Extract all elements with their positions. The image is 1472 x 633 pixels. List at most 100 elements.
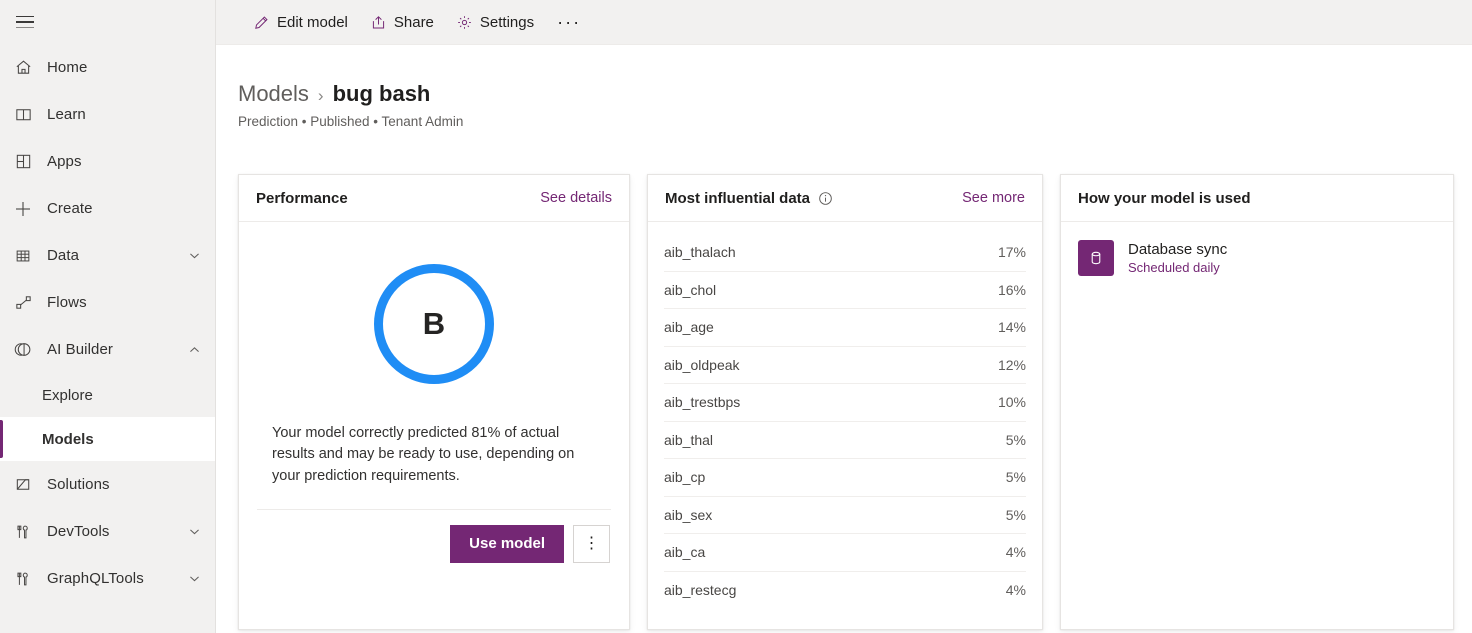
- influential-data-value: 5%: [1006, 432, 1026, 448]
- influential-data-value: 14%: [998, 319, 1026, 335]
- chevron-right-icon: ›: [318, 86, 324, 106]
- info-circle-icon[interactable]: [818, 191, 833, 206]
- performance-actions: Use model ⋮: [256, 510, 612, 563]
- performance-card: Performance See details B Your model cor…: [238, 174, 630, 630]
- see-details-link[interactable]: See details: [540, 190, 612, 206]
- chevron-down-icon[interactable]: [183, 568, 205, 590]
- usage-card-body: Database sync Scheduled daily: [1061, 222, 1453, 629]
- command-bar: Edit model Share Settings: [216, 0, 1472, 45]
- pencil-icon: [253, 14, 270, 31]
- sidebar-item-flows[interactable]: Flows: [0, 279, 215, 326]
- influential-data-row: aib_trestbps10%: [664, 384, 1026, 422]
- influential-data-value: 4%: [1006, 582, 1026, 598]
- influential-data-value: 16%: [998, 282, 1026, 298]
- influential-data-row: aib_thalach17%: [664, 234, 1026, 272]
- sidebar-item-apps[interactable]: Apps: [0, 138, 215, 185]
- sidebar-item-label: Create: [47, 200, 215, 217]
- sidebar-item-models[interactable]: Models: [0, 417, 215, 461]
- performance-card-title: Performance: [256, 190, 348, 207]
- sidebar-item-label: Home: [47, 59, 215, 76]
- share-icon: [370, 14, 387, 31]
- use-model-button[interactable]: Use model: [450, 525, 564, 563]
- sidebar-item-explore[interactable]: Explore: [0, 373, 215, 417]
- chevron-down-icon[interactable]: [183, 521, 205, 543]
- sidebar-item-label: Explore: [42, 387, 93, 404]
- sidebar-item-label: Solutions: [47, 476, 215, 493]
- sidebar: Home Learn Apps: [0, 0, 216, 633]
- page-title: bug bash: [333, 81, 431, 107]
- performance-card-header: Performance See details: [239, 175, 629, 222]
- tools-icon: [12, 521, 34, 543]
- influential-data-row: aib_age 14%: [664, 309, 1026, 347]
- app-root: Home Learn Apps: [0, 0, 1472, 633]
- grade-letter: B: [423, 306, 445, 342]
- influential-data-row: aib_chol16%: [664, 272, 1026, 310]
- influential-data-name: aib_thal: [664, 432, 713, 448]
- usage-item-database-sync[interactable]: Database sync Scheduled daily: [1078, 240, 1436, 276]
- sidebar-item-label: GraphQLTools: [47, 570, 183, 587]
- chevron-up-icon[interactable]: [183, 339, 205, 361]
- table-icon: [12, 245, 34, 267]
- settings-button[interactable]: Settings: [445, 6, 545, 38]
- breadcrumb-parent-link[interactable]: Models: [238, 81, 309, 107]
- influential-data-row: aib_restecg4%: [664, 572, 1026, 610]
- influential-data-value: 17%: [998, 244, 1026, 260]
- usage-item-subtitle: Scheduled daily: [1128, 260, 1227, 275]
- database-icon: [1078, 240, 1114, 276]
- overflow-menu-button[interactable]: ···: [545, 13, 593, 31]
- influential-data-name: aib_oldpeak: [664, 357, 740, 373]
- home-icon: [12, 57, 34, 79]
- settings-label: Settings: [480, 14, 534, 31]
- model-usage-card: How your model is used Database sync Sch: [1060, 174, 1454, 630]
- influential-data-row: aib_oldpeak 12%: [664, 347, 1026, 385]
- share-label: Share: [394, 14, 434, 31]
- share-button[interactable]: Share: [359, 6, 445, 38]
- influential-data-name: aib_trestbps: [664, 394, 740, 410]
- sidebar-item-label: Data: [47, 247, 183, 264]
- performance-more-button[interactable]: ⋮: [573, 525, 610, 563]
- influential-data-value: 5%: [1006, 469, 1026, 485]
- see-more-link[interactable]: See more: [962, 190, 1025, 206]
- flows-icon: [12, 292, 34, 314]
- sidebar-subgroup-ai-builder: Explore: [0, 373, 215, 417]
- usage-item-title: Database sync: [1128, 241, 1227, 258]
- edit-model-button[interactable]: Edit model: [242, 6, 359, 38]
- page-subtitle-meta: Prediction • Published • Tenant Admin: [238, 114, 1472, 129]
- breadcrumb: Models › bug bash Prediction • Published…: [216, 45, 1472, 129]
- ai-builder-icon: [12, 339, 34, 361]
- sidebar-item-label: Learn: [47, 106, 215, 123]
- sidebar-subgroup-models: Models: [0, 417, 215, 461]
- sidebar-item-label: Apps: [47, 153, 215, 170]
- usage-item-texts: Database sync Scheduled daily: [1128, 241, 1227, 275]
- usage-card-header: How your model is used: [1061, 175, 1453, 222]
- sidebar-item-home[interactable]: Home: [0, 44, 215, 91]
- book-icon: [12, 104, 34, 126]
- influential-data-card: Most influential data See more aib_thala…: [647, 174, 1043, 630]
- influential-data-value: 4%: [1006, 544, 1026, 560]
- sidebar-item-label: Flows: [47, 294, 215, 311]
- usage-card-title: How your model is used: [1078, 190, 1251, 207]
- apps-grid-icon: [12, 151, 34, 173]
- influential-data-row: aib_sex 5%: [664, 497, 1026, 535]
- main-content: Edit model Share Settings: [216, 0, 1472, 633]
- sidebar-item-devtools[interactable]: DevTools: [0, 508, 215, 555]
- sidebar-item-label: Models: [42, 431, 94, 448]
- performance-gauge: B: [256, 222, 612, 384]
- chevron-down-icon[interactable]: [183, 245, 205, 267]
- influential-data-name: aib_sex: [664, 507, 712, 523]
- gear-icon: [456, 14, 473, 31]
- influential-data-value: 12%: [998, 357, 1026, 373]
- hamburger-icon[interactable]: [0, 0, 48, 44]
- sidebar-item-graphqltools[interactable]: GraphQLTools: [0, 555, 215, 602]
- sidebar-item-create[interactable]: Create: [0, 185, 215, 232]
- influential-card-header: Most influential data See more: [648, 175, 1042, 222]
- influential-data-name: aib_age: [664, 319, 714, 335]
- sidebar-item-solutions[interactable]: Solutions: [0, 461, 215, 508]
- sidebar-item-ai-builder[interactable]: AI Builder: [0, 326, 215, 373]
- influential-data-value: 5%: [1006, 507, 1026, 523]
- edit-model-label: Edit model: [277, 14, 348, 31]
- tools-icon: [12, 568, 34, 590]
- sidebar-item-data[interactable]: Data: [0, 232, 215, 279]
- sidebar-item-learn[interactable]: Learn: [0, 91, 215, 138]
- sidebar-item-label: AI Builder: [47, 341, 183, 358]
